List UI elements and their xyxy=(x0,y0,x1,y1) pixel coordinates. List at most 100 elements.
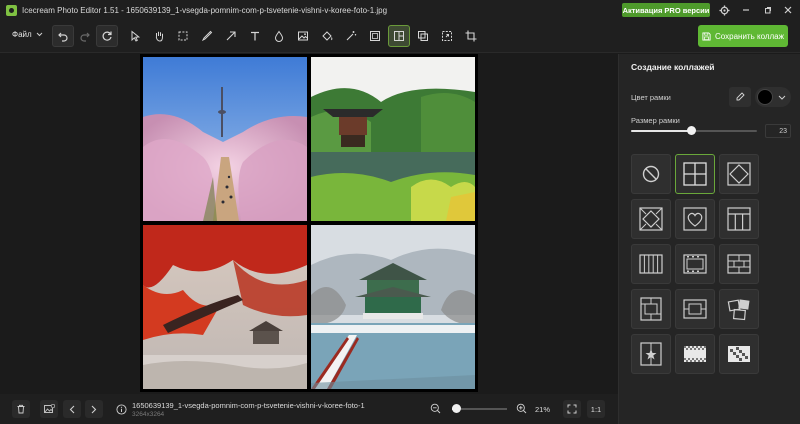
next-image-button[interactable] xyxy=(85,400,103,418)
layout-stacked-frames[interactable] xyxy=(675,289,715,329)
zoom-in-icon[interactable] xyxy=(516,403,527,417)
stacked-frames-icon xyxy=(683,299,707,319)
five-columns-icon xyxy=(639,254,663,274)
collage-photo-autumn-tree[interactable] xyxy=(143,225,307,389)
fit-screen-icon xyxy=(567,404,577,414)
layout-scattered[interactable] xyxy=(719,289,759,329)
reset-icon[interactable] xyxy=(96,25,118,47)
frame-grid-icon xyxy=(640,297,662,321)
frame-size-slider-thumb[interactable] xyxy=(687,126,697,135)
zoom-level: 21% xyxy=(535,405,551,414)
layout-frame-grid[interactable] xyxy=(631,289,671,329)
collage-icon[interactable] xyxy=(388,25,410,47)
layout-columns-3[interactable] xyxy=(719,199,759,239)
add-image-icon xyxy=(43,404,55,413)
star-split-icon xyxy=(640,342,662,366)
bricks-layout-icon xyxy=(727,254,751,274)
layout-none[interactable] xyxy=(631,154,671,194)
redo-icon[interactable] xyxy=(74,25,96,47)
save-icon xyxy=(702,31,711,41)
diamond-layout-icon xyxy=(727,162,751,186)
eyedropper-icon xyxy=(736,92,745,101)
frame-color-select[interactable] xyxy=(755,87,791,107)
add-image-button[interactable] xyxy=(40,400,58,418)
scattered-layout-icon xyxy=(727,299,750,321)
collage-panel: Создание коллажей Цвет рамки Размер рамк… xyxy=(618,54,800,424)
crop-icon[interactable] xyxy=(460,25,482,47)
pro-activation-button[interactable]: Активация PRO версии xyxy=(622,3,710,17)
magic-wand-icon[interactable] xyxy=(340,25,362,47)
file-name: 1650639139_1-vsegda-pomnim-com-p-tsveten… xyxy=(132,401,365,410)
actual-size-button[interactable]: 1:1 xyxy=(587,400,605,418)
frame-color-swatch xyxy=(757,89,773,105)
hand-icon[interactable] xyxy=(148,25,170,47)
layout-grid-2x2[interactable] xyxy=(675,154,715,194)
layout-film-strip[interactable] xyxy=(675,244,715,284)
status-bar: 1650639139_1-vsegda-pomnim-com-p-tsveten… xyxy=(0,394,618,424)
grid-2x2-icon xyxy=(683,162,707,186)
frame-size-slider-fill xyxy=(631,130,692,132)
frame-icon[interactable] xyxy=(364,25,386,47)
drop-icon[interactable] xyxy=(268,25,290,47)
save-collage-button[interactable]: Сохранить коллаж xyxy=(698,25,788,47)
app-logo-icon xyxy=(6,4,17,16)
canvas-area[interactable] xyxy=(0,54,618,394)
maximize-icon[interactable] xyxy=(760,2,776,18)
layout-diamond[interactable] xyxy=(719,154,759,194)
diamond-frame-icon xyxy=(639,207,663,231)
collage-photo-winter-pavilion[interactable] xyxy=(311,225,475,389)
info-icon[interactable] xyxy=(116,404,127,418)
checker-strip-icon xyxy=(684,346,706,362)
zoom-out-icon[interactable] xyxy=(430,403,441,417)
chevron-left-icon xyxy=(69,405,75,413)
chevron-down-icon xyxy=(778,95,786,100)
file-menu[interactable]: Файл xyxy=(12,30,43,39)
layout-heart[interactable] xyxy=(675,199,715,239)
undo-icon[interactable] xyxy=(52,25,74,47)
collage-grid[interactable] xyxy=(140,54,478,392)
arrow-icon[interactable] xyxy=(220,25,242,47)
close-icon[interactable] xyxy=(780,2,796,18)
toolbar: Файл Сохранить коллаж xyxy=(0,20,800,53)
window-title: Icecream Photo Editor 1.51 - 1650639139_… xyxy=(22,5,388,15)
checker-diagonal-icon xyxy=(728,346,750,362)
marquee-icon[interactable] xyxy=(172,25,194,47)
save-collage-label: Сохранить коллаж xyxy=(715,31,784,41)
trash-icon xyxy=(17,404,25,414)
frame-size-label: Размер рамки xyxy=(631,116,680,125)
layout-star-split[interactable] xyxy=(631,334,671,374)
panel-title: Создание коллажей xyxy=(631,62,715,72)
fill-icon[interactable] xyxy=(316,25,338,47)
image-dimensions: 3264x3264 xyxy=(132,411,165,418)
overlay-icon[interactable] xyxy=(412,25,434,47)
heart-layout-icon xyxy=(683,207,707,231)
fit-to-screen-button[interactable] xyxy=(563,400,581,418)
image-icon[interactable] xyxy=(292,25,314,47)
film-strip-icon xyxy=(683,254,707,274)
frame-size-input[interactable]: 23 xyxy=(765,124,791,138)
eyedropper-button[interactable] xyxy=(729,87,751,107)
layout-bricks[interactable] xyxy=(719,244,759,284)
frame-color-label: Цвет рамки xyxy=(631,93,671,102)
previous-image-button[interactable] xyxy=(63,400,81,418)
settings-gear-icon[interactable] xyxy=(716,2,732,18)
brush-icon[interactable] xyxy=(196,25,218,47)
delete-button[interactable] xyxy=(12,400,30,418)
no-layout-icon xyxy=(642,165,660,183)
chevron-down-icon xyxy=(36,32,43,37)
layout-diamond-frame[interactable] xyxy=(631,199,671,239)
layout-checker-diagonal[interactable] xyxy=(719,334,759,374)
zoom-slider-thumb[interactable] xyxy=(452,404,462,413)
frame-size-slider[interactable] xyxy=(631,126,757,135)
minimize-icon[interactable] xyxy=(738,2,754,18)
layout-checker-strip[interactable] xyxy=(675,334,715,374)
columns-layout-icon xyxy=(727,207,751,231)
layout-columns-5[interactable] xyxy=(631,244,671,284)
collage-photo-cherry-blossom[interactable] xyxy=(143,57,307,221)
text-icon[interactable] xyxy=(244,25,266,47)
select-icon[interactable] xyxy=(124,25,146,47)
resize-icon[interactable] xyxy=(436,25,458,47)
chevron-right-icon xyxy=(91,405,97,413)
file-menu-label: Файл xyxy=(12,30,32,39)
collage-photo-pavilion-garden[interactable] xyxy=(311,57,475,221)
